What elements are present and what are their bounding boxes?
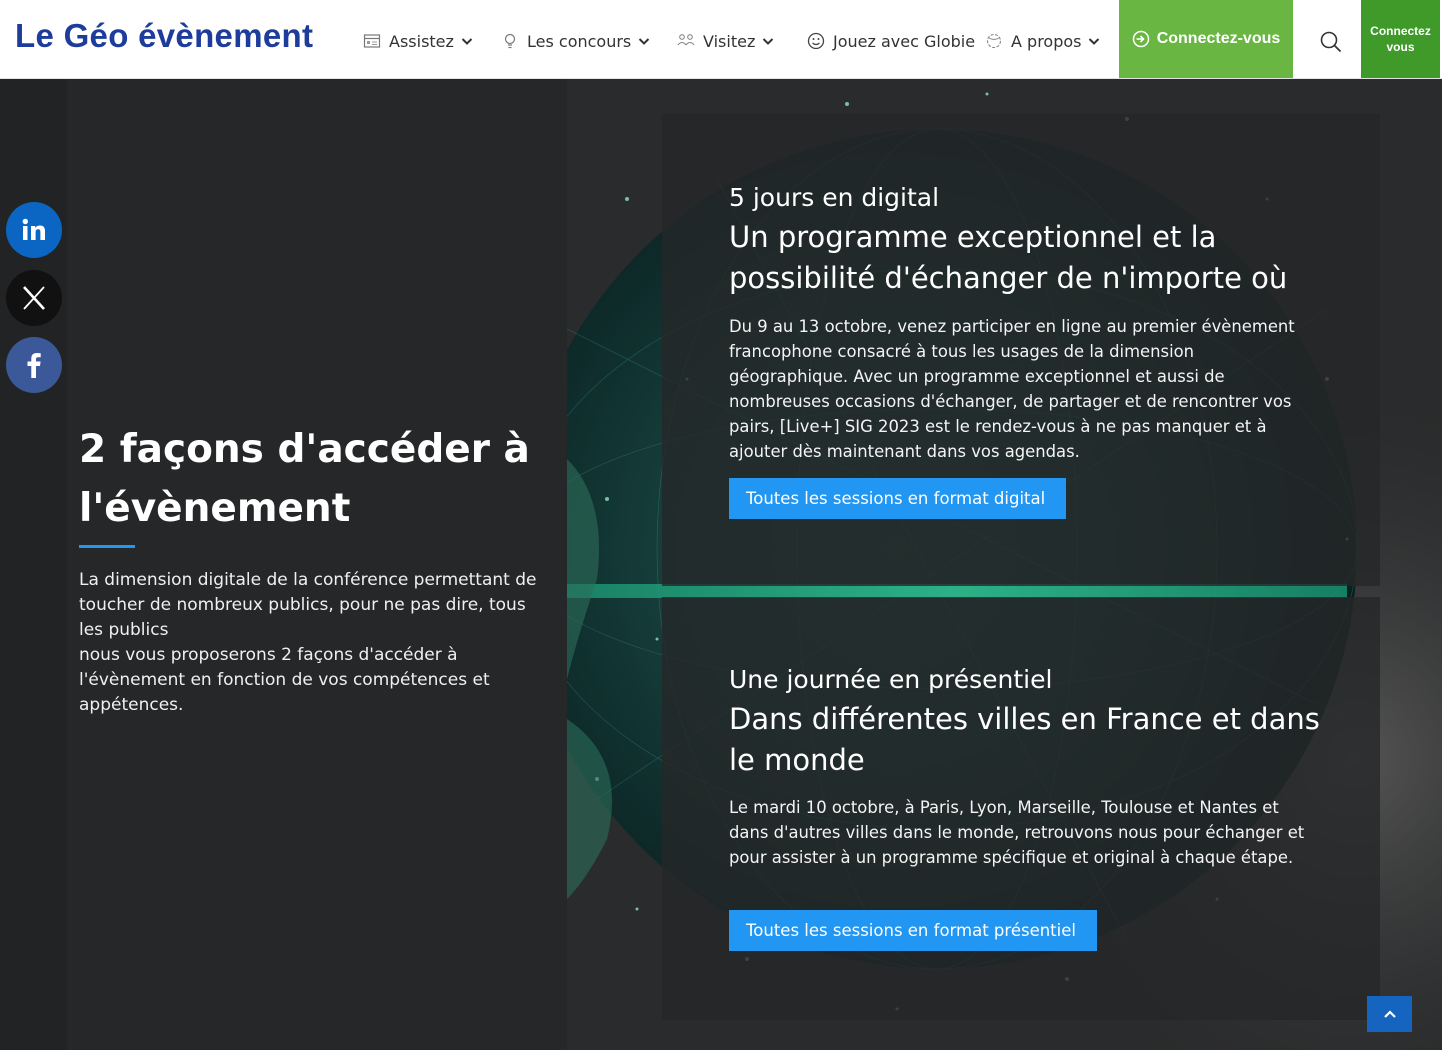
intro-text: La dimension digitale de la conférence p… [79,568,539,718]
chevron-down-icon [763,38,774,45]
intro-title: 2 façons d'accéder à l'évènement [79,427,530,531]
digital-card-text: Du 9 au 13 octobre, venez participer en … [729,317,1295,461]
intro-text-line2: nous vous proposerons 2 façons d'accéder… [79,645,490,715]
nav-item-assistez[interactable]: Assistez [363,29,473,53]
digital-card-kicker: 5 jours en digital [729,183,940,212]
linkedin-icon [22,218,45,240]
connect-small-button[interactable]: Connectez vous [1361,0,1440,78]
digital-sessions-button[interactable]: Toutes les sessions en format digital [729,478,1066,519]
site-header: Le Géo évènement Assistez Les concours V… [0,0,1442,79]
intro-underline [79,545,135,548]
presentiel-card-text: Le mardi 10 octobre, à Paris, Lyon, Mars… [729,798,1305,867]
nav-item-concours[interactable]: Les concours [501,29,650,53]
scroll-top-button[interactable] [1367,996,1412,1032]
chevron-down-icon [461,38,473,45]
search-icon [1320,31,1342,53]
chevron-up-icon [1383,1010,1396,1018]
site-logo[interactable]: Le Géo évènement [15,17,313,55]
smiley-icon [807,32,825,50]
globe-icon [986,33,1002,49]
nav-label-concours: Les concours [527,31,632,51]
x-icon [23,286,45,310]
facebook-share-button[interactable] [6,337,62,393]
nav-item-globie[interactable]: Jouez avec Globie [807,29,975,53]
search-button[interactable] [1305,20,1357,64]
presentiel-card-title: Dans différentes villes en France et dan… [729,702,1320,777]
connect-button-label: Connectez-vous [1156,30,1281,47]
facebook-icon [27,353,41,378]
presentiel-sessions-button[interactable]: Toutes les sessions en format présentiel [729,910,1097,951]
left-panel-inner [67,79,567,1050]
calendar-icon [363,34,381,48]
intro-text-line1: La dimension digitale de la conférence p… [79,570,537,640]
connect-button[interactable]: Connectez-vous [1119,0,1293,78]
nav-label-globie: Jouez avec Globie [833,31,976,51]
presentiel-card: Une journée en présentiel Dans différent… [662,597,1380,1020]
nav-label-apropos: A propos [1011,31,1082,51]
presentiel-card-kicker: Une journée en présentiel [729,665,1053,694]
login-icon [1132,30,1149,48]
chevron-down-icon [1089,38,1100,45]
nav-item-apropos[interactable]: A propos [985,29,1100,53]
nav-label-assistez: Assistez [389,31,454,51]
chevron-down-icon [639,38,650,45]
connect-small-line1: Connectez [1370,24,1431,38]
nav-label-visitez: Visitez [703,31,756,51]
connect-small-line2: vous [1386,40,1415,54]
digital-card-title: Un programme exceptionnel et la possibil… [729,220,1288,295]
digital-card: 5 jours en digital Un programme exceptio… [662,114,1380,586]
lightbulb-icon [504,33,516,49]
people-icon [677,34,695,46]
linkedin-share-button[interactable] [6,202,62,258]
nav-item-visitez[interactable]: Visitez [677,29,774,53]
x-share-button[interactable] [6,270,62,326]
